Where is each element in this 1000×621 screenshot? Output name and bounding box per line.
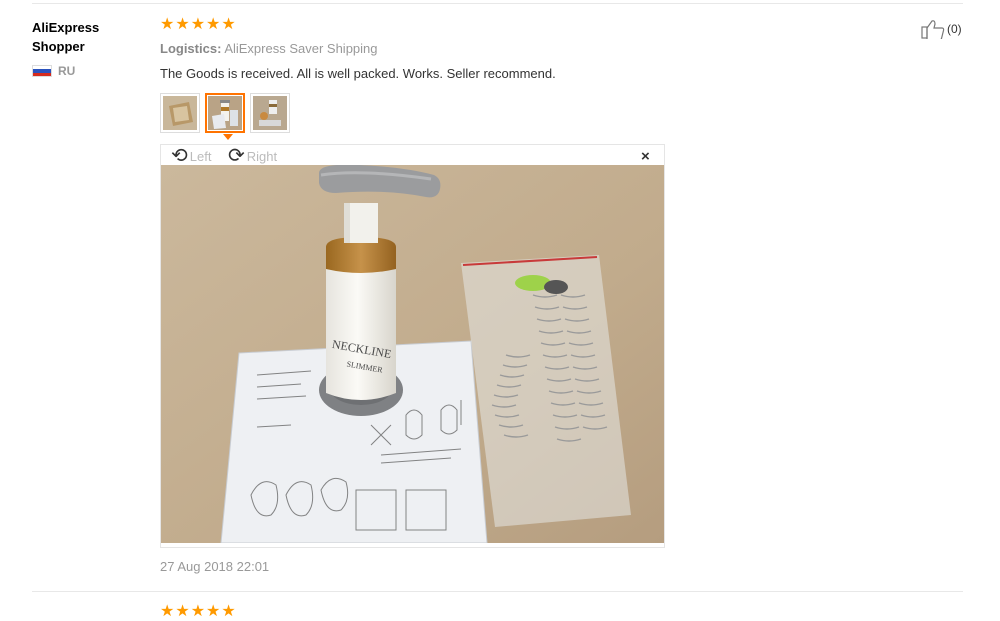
star-icon: ★ (175, 603, 190, 620)
rotate-left-button[interactable]: ⟲ Left (171, 145, 212, 167)
thumbs-up-icon (921, 20, 945, 39)
close-icon[interactable]: × (641, 148, 650, 165)
star-icon: ★ (190, 603, 206, 620)
review-thumbnails (160, 93, 290, 133)
star-icon: ★ (160, 16, 175, 33)
thumbnail-image (163, 96, 197, 130)
rating-stars: ★ ★ ★ ★ ★ (160, 16, 236, 34)
separator-bottom (32, 591, 963, 592)
rotate-left-icon: ⟲ (171, 145, 188, 167)
thumbnail-image (253, 96, 287, 130)
next-review-stars: ★ ★ ★ ★ ★ (160, 603, 236, 621)
star-icon: ★ (221, 603, 236, 620)
logistics-info: Logistics: AliExpress Saver Shipping (160, 41, 378, 56)
rotate-right-button[interactable]: ⟳ Right (228, 145, 278, 167)
logistics-label: Logistics: (160, 41, 222, 56)
separator-top (32, 3, 963, 4)
review-thumbnail-2[interactable] (205, 93, 245, 133)
review-photo: NECKLINE SLIMMER (161, 165, 664, 543)
reviewer-country: RU (32, 64, 75, 78)
star-icon: ★ (160, 603, 175, 620)
review-photo-image: NECKLINE SLIMMER (161, 165, 664, 543)
rotate-left-label: Left (189, 148, 212, 164)
review-date: 27 Aug 2018 22:01 (160, 559, 270, 574)
star-icon: ★ (221, 16, 236, 33)
rotate-right-label: Right (246, 148, 278, 164)
active-thumbnail-pointer (223, 134, 233, 140)
star-icon: ★ (175, 16, 190, 33)
review-thumbnail-1[interactable] (160, 93, 200, 133)
review-thumbnail-3[interactable] (250, 93, 290, 133)
logistics-value: AliExpress Saver Shipping (224, 41, 378, 56)
star-icon: ★ (206, 16, 221, 33)
reviewer-name: AliExpress Shopper (32, 20, 100, 54)
thumbnail-image (208, 96, 242, 130)
country-code: RU (58, 64, 76, 78)
helpful-count: (0) (947, 22, 962, 36)
star-icon: ★ (190, 16, 206, 33)
image-viewer: ⟲ Left ⟳ Right × NECKLINE SLIMMER (160, 144, 665, 548)
helpful-button[interactable]: (0) (921, 19, 962, 39)
rotate-right-icon: ⟳ (228, 145, 245, 167)
russia-flag-icon (32, 65, 52, 77)
star-icon: ★ (206, 603, 221, 620)
review-text: The Goods is received. All is well packe… (160, 66, 556, 81)
